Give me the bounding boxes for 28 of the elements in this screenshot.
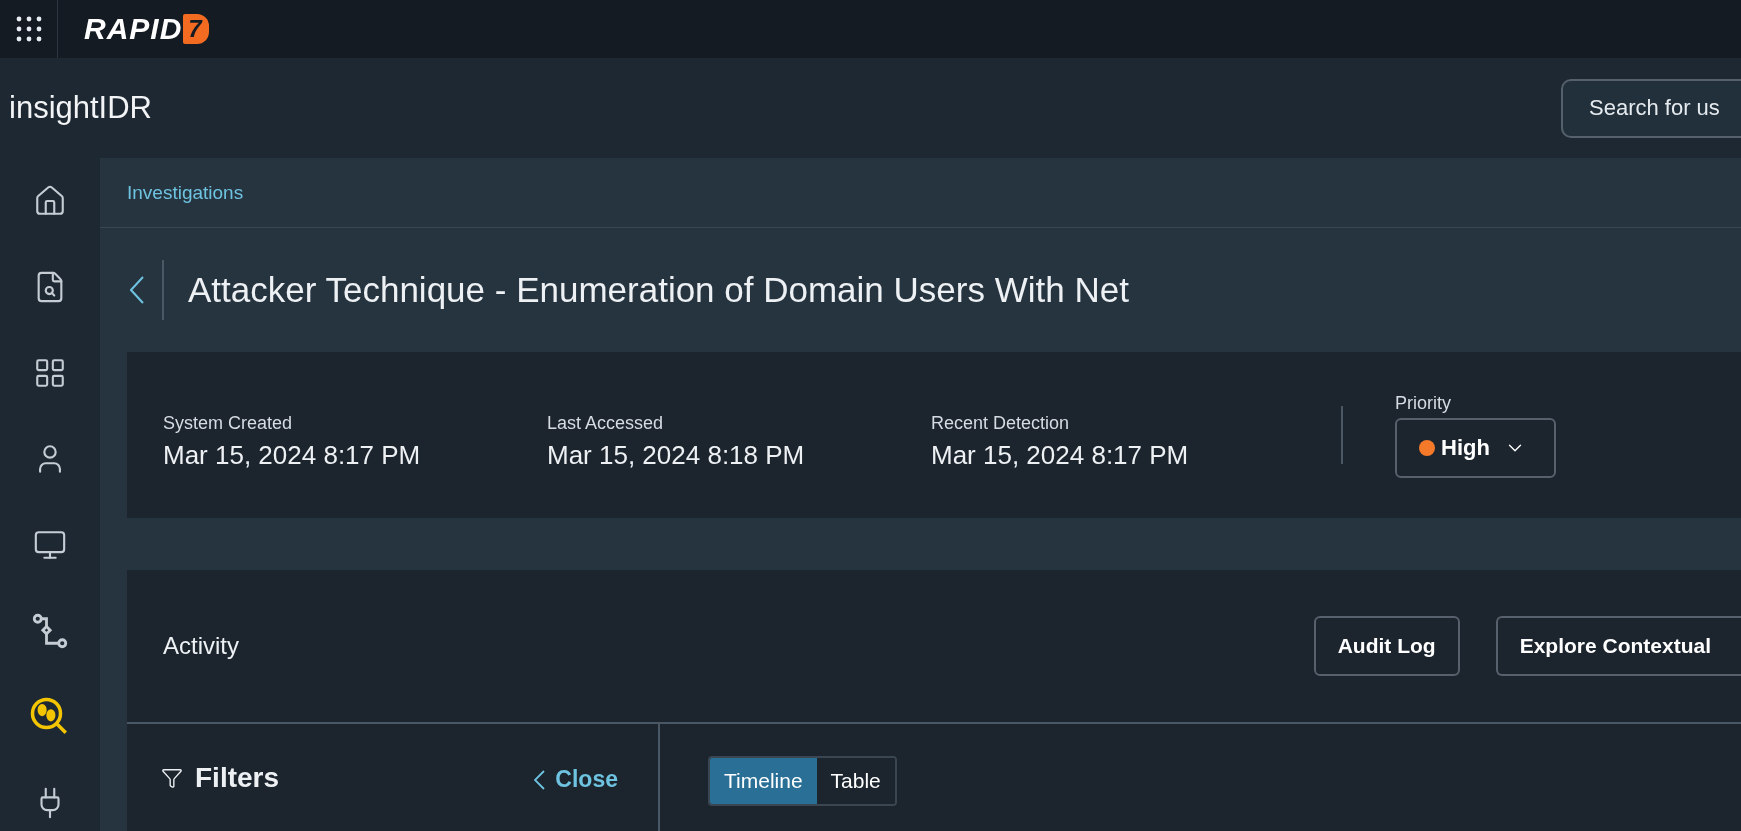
close-link[interactable]: Close [534, 766, 618, 793]
action-button[interactable]: Explore Contextual [1495, 616, 1741, 676]
activity-title: Activity [163, 632, 240, 660]
priority-dropdown[interactable]: High [1395, 417, 1556, 478]
breadcrumb-link[interactable]: Investigations [127, 181, 244, 204]
product-name: insightIDR [9, 90, 152, 126]
search-field[interactable]: Search for us [1561, 78, 1741, 138]
action-button[interactable]: Audit Log [1313, 616, 1460, 676]
detail-value: Mar 15, 2024 8:17 PM [163, 440, 422, 471]
page-title: Attacker Technique - Enumeration of Domain Users With Net [188, 270, 1129, 310]
detail-value: Mar 15, 2024 8:17 PM [931, 440, 1190, 471]
back-icon [130, 276, 144, 304]
detail-label: Last Accessed [547, 413, 665, 434]
filters-title: Filters [195, 762, 280, 794]
logo-mark: 7 [183, 14, 209, 44]
detail-label: Recent Detection [931, 413, 1071, 434]
back-button[interactable] [130, 276, 144, 304]
detail-value: Mar 15, 2024 8:18 PM [547, 440, 806, 471]
home-icon [33, 184, 67, 218]
dashboard-icon [33, 356, 67, 390]
priority-label: Priority [1395, 392, 1452, 414]
monitor-icon [33, 528, 67, 562]
detail-label: System Created [163, 413, 294, 434]
chevron-left-icon [534, 769, 546, 790]
view-tab[interactable]: Timeline [710, 758, 817, 804]
grid-icon [15, 16, 42, 42]
filter-icon [161, 767, 183, 789]
logo-text: RAPID [84, 12, 183, 46]
